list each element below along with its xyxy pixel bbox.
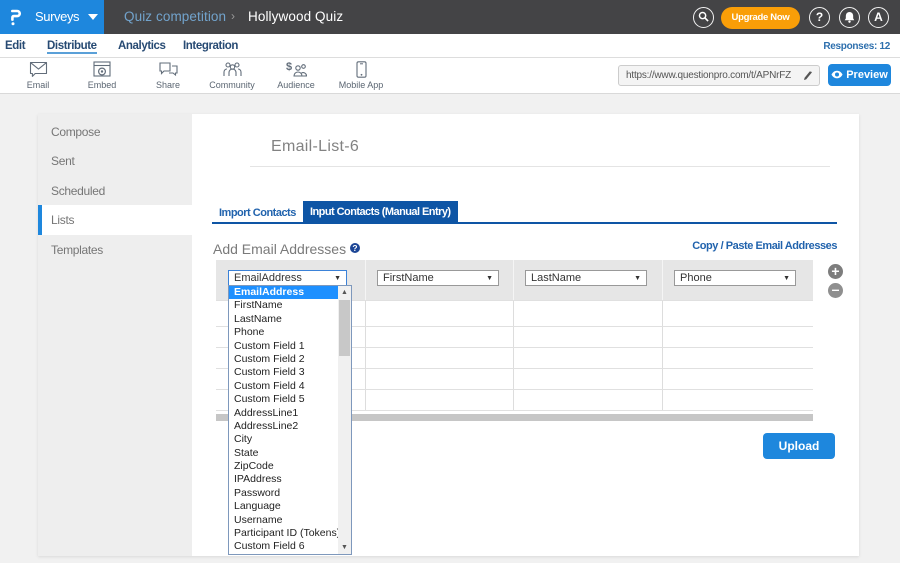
svg-text:$: $ [286,61,292,73]
